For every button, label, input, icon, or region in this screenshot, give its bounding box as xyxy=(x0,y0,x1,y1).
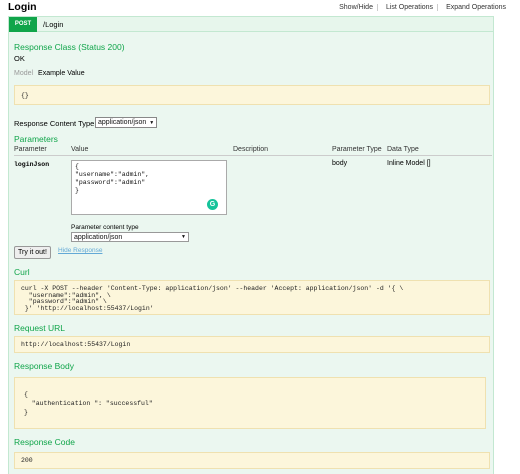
dropdown-caret-icon: ▼ xyxy=(181,234,186,240)
parameters-table-header: Parameter Value Description Parameter Ty… xyxy=(14,146,492,156)
request-url-box[interactable]: http://localhost:55437/Login xyxy=(14,336,490,353)
column-data-type: Data Type xyxy=(387,146,419,153)
column-parameter-type: Parameter Type xyxy=(332,146,382,153)
parameter-data-type[interactable]: Inline Model [] xyxy=(387,160,431,167)
dropdown-caret-icon: ▼ xyxy=(149,120,155,126)
resource-title: Login xyxy=(8,1,37,13)
response-code-heading: Response Code xyxy=(14,437,75,447)
show-hide-link[interactable]: Show/Hide xyxy=(335,4,378,11)
parameters-heading: Parameters xyxy=(14,134,58,144)
http-method-badge[interactable]: POST xyxy=(9,17,37,32)
column-description: Description xyxy=(233,146,269,153)
parameter-content-type-select[interactable]: application/json ▼ xyxy=(71,232,189,242)
resource-header: Login Show/Hide List Operations Expand O… xyxy=(0,0,520,16)
response-class-heading: Response Class (Status 200) xyxy=(14,42,125,52)
response-content-type-value: application/json xyxy=(98,119,147,126)
response-class-status: OK xyxy=(14,54,25,63)
expand-operations-link[interactable]: Expand Operations xyxy=(442,4,506,11)
model-tabs: Model Example Value xyxy=(14,70,85,77)
try-it-out-button[interactable]: Try it out! xyxy=(14,246,51,259)
parameter-type: body xyxy=(332,160,348,167)
curl-box[interactable]: curl -X POST --header 'Content-Type: app… xyxy=(14,280,490,315)
operation-heading[interactable]: POST /Login xyxy=(8,16,494,32)
example-value-box[interactable]: {} xyxy=(14,85,490,105)
curl-heading: Curl xyxy=(14,267,30,277)
response-content-type-select[interactable]: application/json ▼ xyxy=(95,117,158,128)
tab-example-value[interactable]: Example Value xyxy=(38,70,85,77)
column-value: Value xyxy=(71,146,89,153)
list-operations-link[interactable]: List Operations xyxy=(382,4,439,11)
example-value-text: {} xyxy=(21,92,29,99)
column-parameter: Parameter xyxy=(14,146,47,153)
grammarly-icon[interactable]: G xyxy=(207,199,218,210)
parameter-name: loginJson xyxy=(14,161,50,168)
response-body-value: { "authentication ": "successful" } xyxy=(24,391,153,416)
parameter-value-textarea[interactable]: { "username":"admin", "password":"admin"… xyxy=(71,160,227,215)
response-body-box[interactable]: { "authentication ": "successful" } xyxy=(14,377,486,429)
response-content-type-label: Response Content Type xyxy=(14,119,95,128)
response-code-value: 200 xyxy=(21,457,33,464)
parameter-content-type-value: application/json xyxy=(74,234,123,241)
tab-model[interactable]: Model xyxy=(14,70,33,77)
request-url-value: http://localhost:55437/Login xyxy=(21,341,131,348)
resource-header-links: Show/Hide List Operations Expand Operati… xyxy=(335,4,506,11)
operation-content: Response Class (Status 200) OK Model Exa… xyxy=(8,32,494,474)
operation-path[interactable]: /Login xyxy=(43,20,63,29)
response-code-box[interactable]: 200 xyxy=(14,452,490,469)
response-body-heading: Response Body xyxy=(14,361,75,371)
curl-command: curl -X POST --header 'Content-Type: app… xyxy=(21,285,404,312)
parameter-content-type-label: Parameter content type xyxy=(71,224,139,231)
request-url-heading: Request URL xyxy=(14,323,66,333)
hide-response-link[interactable]: Hide Response xyxy=(58,247,102,254)
